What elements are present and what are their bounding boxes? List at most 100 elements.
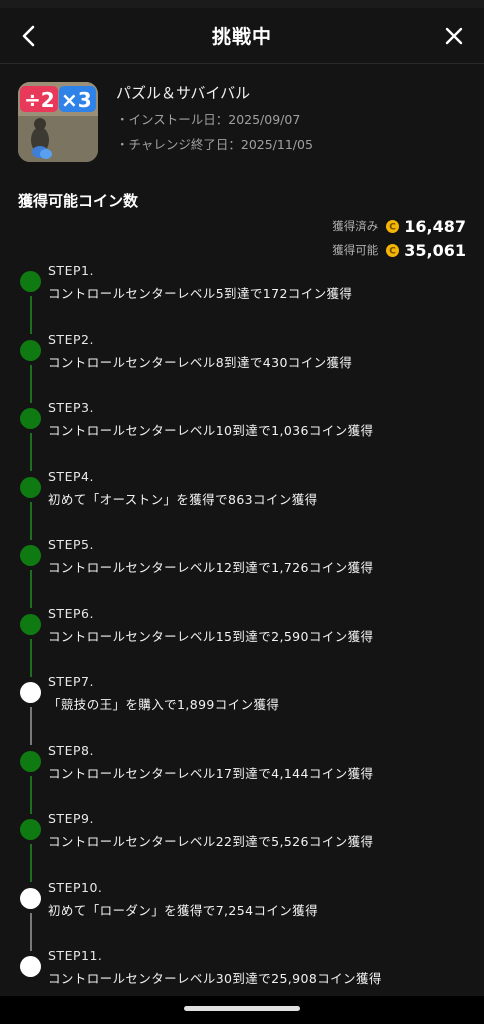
step-text: STEP2. コントロールセンターレベル8到達で430コイン獲得 [48, 332, 352, 401]
step-marker [18, 811, 48, 882]
back-button[interactable] [14, 20, 46, 52]
step-marker [18, 400, 48, 471]
earned-value: 16,487 [404, 216, 466, 236]
step-number: STEP4. [48, 468, 94, 484]
step-complete-dot [20, 271, 41, 292]
header: 挑戦中 [0, 8, 484, 64]
app-icon: ÷2 ×3 [18, 82, 98, 162]
step-item: STEP8. コントロールセンターレベル17到達で4,144コイン獲得 [18, 743, 484, 814]
step-item: STEP10. 初めて「ローダン」を獲得で7,254コイン獲得 [18, 880, 484, 951]
step-marker [18, 880, 48, 951]
step-number: STEP11. [48, 948, 103, 963]
home-indicator[interactable] [184, 1006, 300, 1011]
icon-text-left: ÷2 [24, 88, 55, 112]
step-text: STEP4. 初めて「オーストン」を獲得で863コイン獲得 [48, 469, 318, 538]
coin-icon: C [386, 219, 400, 233]
install-date: ・インストール日：2025/09/07 [116, 112, 301, 127]
step-connector [30, 296, 32, 334]
step-incomplete-dot [20, 956, 41, 977]
step-item: STEP3. コントロールセンターレベル10到達で1,036コイン獲得 [18, 400, 484, 471]
step-connector [30, 570, 32, 608]
step-complete-dot [20, 613, 41, 635]
step-text: STEP5. コントロールセンターレベル12到達で1,726コイン獲得 [48, 537, 373, 606]
navigation-bar [0, 996, 484, 1024]
step-description: コントロールセンターレベル30到達で25,908コイン獲得 [48, 971, 382, 986]
step-description: コントロールセンターレベル10到達で1,036コイン獲得 [48, 423, 374, 438]
step-text: STEP6. コントロールセンターレベル15到達で2,590コイン獲得 [48, 606, 373, 675]
page-title: 挑戦中 [211, 26, 272, 48]
available-value: 35,061 [404, 240, 466, 260]
step-number: STEP5. [48, 537, 94, 552]
available-label: 獲得可能 [332, 243, 379, 257]
app-info: ÷2 ×3 パズル＆サバイバル ・インストール日：2025/09/07 ・チャレ… [0, 64, 484, 184]
step-description: コントロールセンターレベル15到達で2,590コイン獲得 [48, 628, 374, 644]
coins-section-title: 獲得可能コイン数 [18, 192, 139, 210]
step-description: コントロールセンターレベル17到達で4,144コイン獲得 [48, 765, 374, 781]
step-marker [18, 469, 48, 540]
step-number: STEP10. [48, 879, 103, 895]
step-marker [18, 537, 48, 608]
close-icon [445, 27, 463, 45]
step-number: STEP1. [48, 263, 94, 278]
step-text: STEP9. コントロールセンターレベル22到達で5,526コイン獲得 [48, 811, 373, 880]
available-row: 獲得可能 C 35,061 [0, 239, 466, 261]
step-marker [18, 263, 48, 334]
step-number: STEP7. [48, 674, 94, 689]
step-marker [18, 332, 48, 403]
step-description: 初めて「オーストン」を獲得で863コイン獲得 [48, 491, 318, 507]
step-description: コントロールセンターレベル8到達で430コイン獲得 [48, 354, 353, 370]
coin-icon: C [386, 243, 400, 257]
step-text: STEP1. コントロールセンターレベル5到達で172コイン獲得 [48, 263, 352, 332]
step-marker [18, 606, 48, 677]
step-marker [18, 743, 48, 814]
step-item: STEP2. コントロールセンターレベル8到達で430コイン獲得 [18, 332, 484, 403]
chevron-left-icon [22, 25, 35, 47]
step-marker [18, 674, 48, 745]
earned-row: 獲得済み C 16,487 [0, 215, 466, 237]
step-complete-dot [20, 545, 41, 566]
step-connector [30, 364, 32, 403]
step-complete-dot [20, 339, 41, 361]
step-number: STEP2. [48, 331, 94, 347]
step-text: STEP10. 初めて「ローダン」を獲得で7,254コイン獲得 [48, 880, 318, 949]
step-connector [30, 501, 32, 540]
coin-summary: 獲得済み C 16,487 獲得可能 C 35,061 [0, 215, 484, 261]
step-incomplete-dot [20, 682, 41, 703]
step-item: STEP7. 「競技の王」を購入で1,899コイン獲得 [18, 674, 484, 745]
step-connector [30, 707, 32, 745]
step-item: STEP5. コントロールセンターレベル12到達で1,726コイン獲得 [18, 537, 484, 608]
step-text: STEP3. コントロールセンターレベル10到達で1,036コイン獲得 [48, 400, 373, 469]
step-description: コントロールセンターレベル5到達で172コイン獲得 [48, 286, 353, 301]
step-complete-dot [20, 476, 41, 498]
step-text: STEP8. コントロールセンターレベル17到達で4,144コイン獲得 [48, 743, 373, 812]
challenge-end-date: ・チャレンジ終了日：2025/11/05 [116, 137, 313, 152]
step-number: STEP3. [48, 400, 94, 415]
step-connector [30, 844, 32, 882]
earned-label: 獲得済み [332, 219, 379, 233]
svg-text:C: C [389, 246, 396, 256]
icon-text-right: ×3 [61, 88, 92, 112]
step-connector [30, 433, 32, 471]
steps-list: STEP1. コントロールセンターレベル5到達で172コイン獲得 STEP2. コント… [0, 263, 484, 1017]
step-connector [30, 638, 32, 677]
step-description: コントロールセンターレベル12到達で1,726コイン獲得 [48, 560, 374, 575]
close-button[interactable] [438, 20, 470, 52]
step-description: 初めて「ローダン」を獲得で7,254コイン獲得 [48, 902, 318, 918]
step-item: STEP4. 初めて「オーストン」を獲得で863コイン獲得 [18, 469, 484, 540]
step-description: コントロールセンターレベル22到達で5,526コイン獲得 [48, 834, 374, 849]
screen: 挑戦中 ÷2 ×3 パズル＆サバイバル ・インストール日：2025/09/07 … [0, 0, 484, 1024]
step-description: 「競技の王」を購入で1,899コイン獲得 [48, 697, 280, 712]
svg-text:C: C [389, 222, 396, 232]
step-connector [30, 912, 32, 951]
step-text: STEP7. 「競技の王」を購入で1,899コイン獲得 [48, 674, 279, 743]
step-number: STEP9. [48, 811, 94, 826]
step-complete-dot [20, 819, 41, 840]
step-item: STEP1. コントロールセンターレベル5到達で172コイン獲得 [18, 263, 484, 334]
step-complete-dot [20, 408, 41, 429]
step-complete-dot [20, 750, 41, 772]
app-meta: パズル＆サバイバル ・インストール日：2025/09/07 ・チャレンジ終了日：… [116, 82, 313, 184]
step-incomplete-dot [20, 887, 41, 909]
app-name: パズル＆サバイバル [116, 84, 251, 102]
step-number: STEP6. [48, 605, 94, 621]
step-connector [30, 775, 32, 814]
